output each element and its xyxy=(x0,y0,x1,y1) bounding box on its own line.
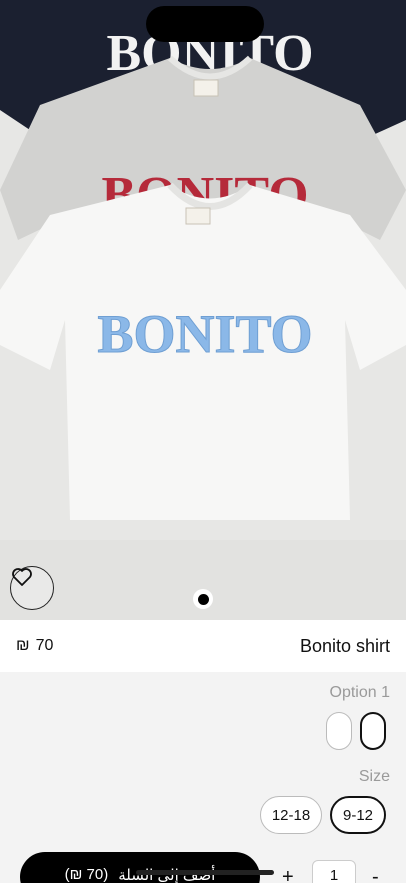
tshirt-photo: BONITO BONITO BONITO xyxy=(0,0,406,620)
product-image[interactable]: BONITO BONITO BONITO xyxy=(0,0,406,620)
product-page: BONITO BONITO BONITO ₪ 70 Bonito shirt O… xyxy=(0,0,406,883)
favorite-button[interactable] xyxy=(10,566,54,610)
price-value: 70 xyxy=(35,637,54,654)
increase-quantity-button[interactable]: + xyxy=(282,866,294,883)
camera-notch xyxy=(146,6,264,42)
product-title: Bonito shirt xyxy=(299,635,390,656)
color-swatch-2-selected[interactable] xyxy=(360,712,386,750)
quantity-input[interactable]: 1 xyxy=(312,860,356,883)
product-price: ₪ 70 xyxy=(16,637,53,655)
size-option-9-12-selected[interactable]: 9-12 xyxy=(330,796,386,834)
size-option-12-18[interactable]: 12-18 xyxy=(260,796,322,834)
white-shirt-print: BONITO xyxy=(97,304,312,364)
home-indicator xyxy=(136,870,274,875)
decrease-quantity-button[interactable]: - xyxy=(372,866,379,883)
gallery-pagination[interactable] xyxy=(193,589,213,609)
option1-label: Option 1 xyxy=(329,684,390,701)
cart-price: (₪ 70) xyxy=(64,866,109,883)
size-label: Size xyxy=(358,768,390,785)
pagination-dot-active[interactable] xyxy=(197,593,209,605)
color-swatch-1[interactable] xyxy=(326,712,352,750)
currency-symbol: ₪ xyxy=(16,637,30,654)
heart-icon xyxy=(12,568,32,586)
product-header: ₪ 70 Bonito shirt xyxy=(0,620,406,672)
add-to-cart-button[interactable]: (₪ 70) أضف إلى السلة xyxy=(20,852,260,883)
